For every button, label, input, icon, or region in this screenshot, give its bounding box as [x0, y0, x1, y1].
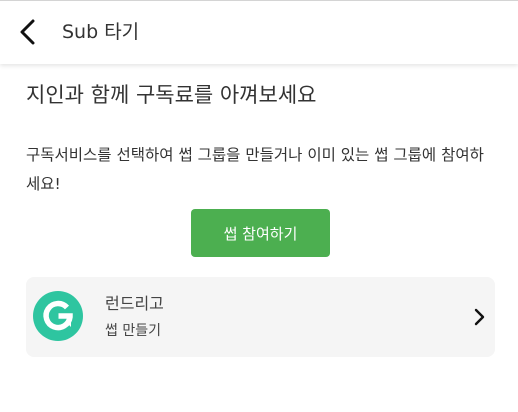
headline: 지인과 함께 구독료를 아껴보세요: [26, 83, 317, 107]
service-logo-icon: [33, 291, 83, 341]
app-screen: Sub 타기 지인과 함께 구독료를 아껴보세요 구독서비스를 선택하여 썹 그…: [0, 0, 518, 412]
page-title: Sub 타기: [62, 21, 140, 43]
service-subtitle: 썹 만들기: [105, 323, 161, 339]
grammarly-g-logo: [43, 300, 73, 331]
chevron-right-icon: [471, 305, 487, 329]
join-sub-button[interactable]: 썹 참여하기: [191, 209, 330, 257]
description-text: 구독서비스를 선택하여 썹 그룹을 만들거나 이미 있는 썹 그룹에 참여하세요…: [26, 146, 484, 193]
service-card[interactable]: 런드리고 썹 만들기: [26, 277, 495, 357]
back-button[interactable]: [14, 17, 42, 47]
app-header: Sub 타기: [0, 1, 518, 64]
service-name: 런드리고: [105, 294, 164, 313]
arrow-left-icon: [20, 19, 35, 45]
